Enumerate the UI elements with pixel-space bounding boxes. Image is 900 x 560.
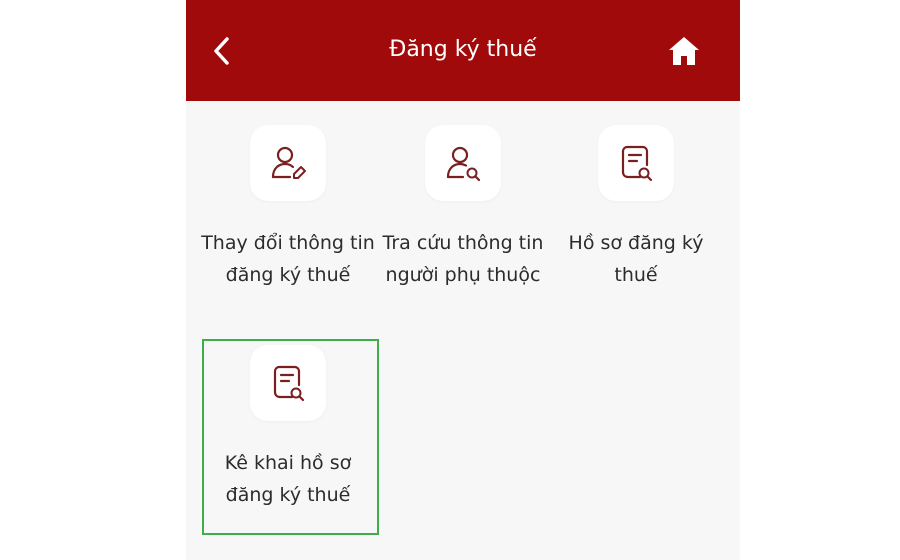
menu-item-search-dependents[interactable]: Tra cứu thông tin người phụ thuộc <box>375 125 551 291</box>
home-button[interactable] <box>664 32 704 70</box>
menu-item-tax-registration-records[interactable]: Hồ sơ đăng ký thuế <box>548 125 724 291</box>
home-icon <box>669 37 699 65</box>
menu-item-label: Kê khai hồ sơ đăng ký thuế <box>224 452 352 506</box>
menu-item-icon-box <box>598 125 674 201</box>
menu-item-icon-box <box>250 345 326 421</box>
document-search-icon <box>621 145 653 182</box>
menu-item-label: Thay đổi thông tin đăng ký thuế <box>201 232 375 286</box>
document-search-icon <box>273 365 305 402</box>
user-search-icon <box>446 146 481 182</box>
top-bar: Đăng ký thuế <box>186 0 740 101</box>
menu-item-label: Tra cứu thông tin người phụ thuộc <box>382 232 544 286</box>
menu-item-icon-box <box>425 125 501 201</box>
app-screen: Đăng ký thuế Thay đổi thông tin đăng ký … <box>186 0 740 560</box>
user-edit-icon <box>271 146 306 179</box>
menu-item-change-tax-info[interactable]: Thay đổi thông tin đăng ký thuế <box>200 125 376 291</box>
menu-item-declare-tax-registration[interactable]: Kê khai hồ sơ đăng ký thuế <box>200 345 376 511</box>
menu-item-icon-box <box>250 125 326 201</box>
page-title: Đăng ký thuế <box>389 37 537 62</box>
menu-item-label: Hồ sơ đăng ký thuế <box>568 232 704 286</box>
